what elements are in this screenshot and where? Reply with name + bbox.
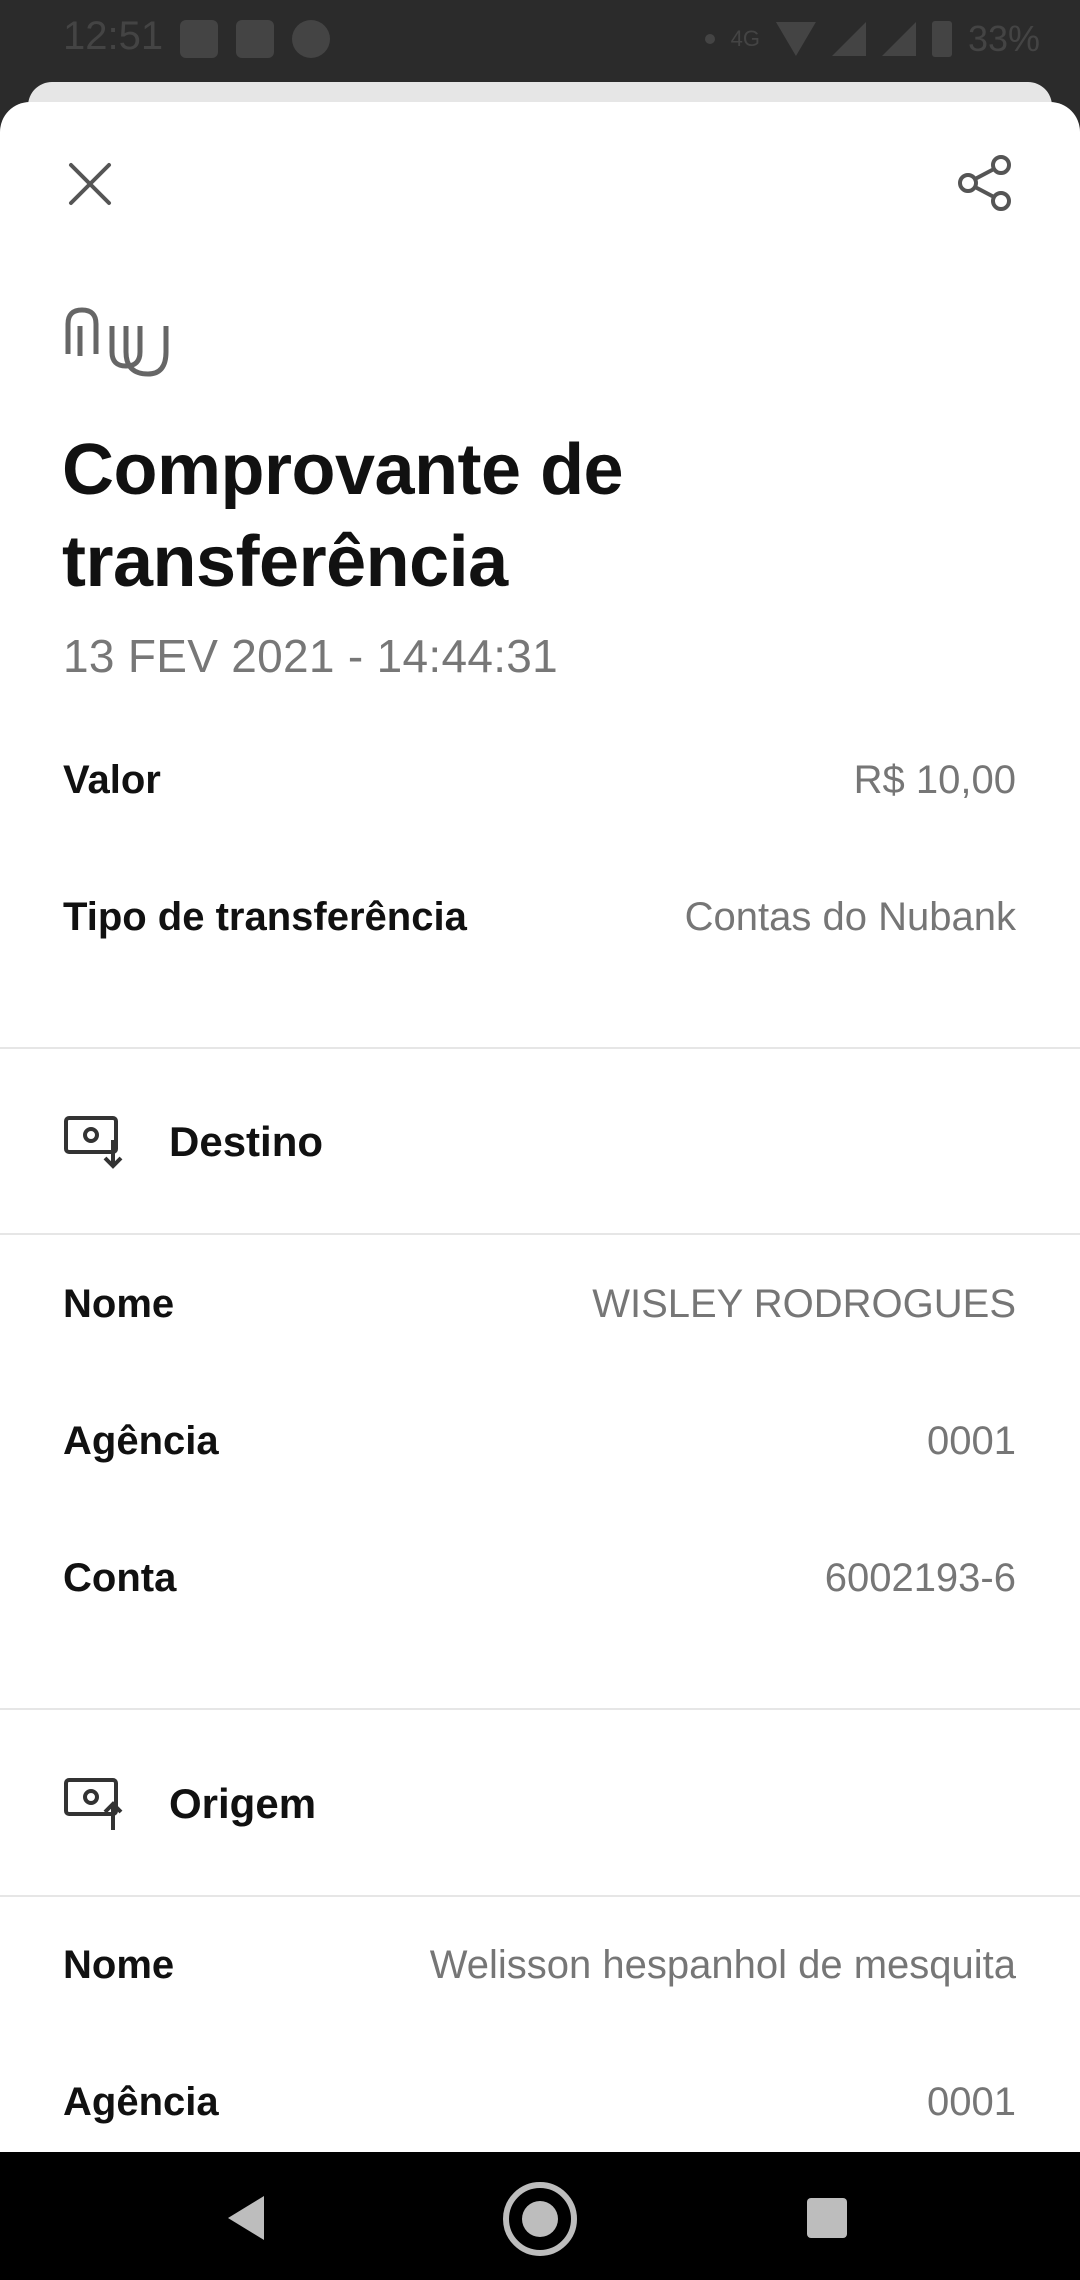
destination-account-label: Conta (63, 1555, 177, 1600)
home-icon[interactable] (503, 2182, 577, 2256)
destination-account-row: Conta 6002193-6 (63, 1548, 1016, 1608)
destination-title: Destino (169, 1118, 324, 1165)
amount-label: Valor (63, 757, 161, 802)
nu-logo (65, 307, 169, 377)
destination-account-value: 6002193-6 (824, 1555, 1016, 1600)
battery-icon (931, 21, 952, 57)
origin-title: Origem (169, 1780, 317, 1827)
destination-agency-value: 0001 (927, 1418, 1016, 1463)
destination-agency-row: Agência 0001 (63, 1411, 1016, 1471)
recent-apps-icon[interactable] (807, 2198, 847, 2238)
origin-name-value: Welisson hespanhol de mesquita (429, 1942, 1016, 1987)
divider (0, 1233, 1080, 1235)
origin-agency-label: Agência (63, 2079, 219, 2124)
page-title: Comprovante de transferência (62, 430, 624, 602)
transfer-type-row: Tipo de transferência Contas do Nubank (63, 887, 1016, 947)
network-label: 4G (730, 26, 760, 51)
wifi-icon (775, 22, 816, 56)
destination-name-row: Nome WISLEY RODROGUES (63, 1274, 1016, 1334)
notification-icon (292, 20, 330, 58)
close-button[interactable] (60, 154, 120, 214)
close-icon (69, 163, 111, 205)
navigation-bar (0, 2152, 1080, 2280)
notification-icon (180, 20, 218, 58)
divider (0, 1895, 1080, 1897)
dot-icon (704, 34, 715, 44)
status-bar: 12:51 4G 33% (0, 0, 1080, 80)
receipt-sheet: Comprovante de transferência 13 FEV 2021… (0, 102, 1080, 2152)
origin-agency-value: 0001 (927, 2079, 1016, 2124)
origin-header: Origem (63, 1764, 316, 1844)
share-button[interactable] (950, 148, 1020, 218)
receive-money-icon (64, 1116, 123, 1169)
battery-level: 33% (967, 18, 1040, 59)
send-money-icon (64, 1778, 123, 1830)
origin-name-label: Nome (63, 1942, 175, 1987)
transfer-type-label: Tipo de transferência (63, 894, 467, 939)
signal-icon (881, 22, 916, 56)
notification-icons (180, 20, 330, 58)
destination-name-value: WISLEY RODROGUES (592, 1281, 1016, 1326)
divider (0, 1708, 1080, 1710)
amount-value: R$ 10,00 (853, 757, 1016, 802)
signal-icon (831, 22, 866, 56)
amount-row: Valor R$ 10,00 (63, 750, 1016, 810)
divider (0, 1047, 1080, 1049)
share-icon (958, 155, 1011, 211)
status-time: 12:51 (63, 14, 164, 58)
notification-icon (236, 20, 274, 58)
destination-name-label: Nome (63, 1281, 175, 1326)
destination-agency-label: Agência (63, 1418, 219, 1463)
transfer-type-value: Contas do Nubank (684, 894, 1016, 939)
origin-agency-row: Agência 0001 (63, 2072, 1016, 2132)
back-icon[interactable] (228, 2196, 264, 2240)
system-icons: 4G 33% (704, 18, 1040, 60)
destination-header: Destino (63, 1102, 323, 1182)
origin-name-row: Nome Welisson hespanhol de mesquita (63, 1935, 1016, 1995)
transfer-datetime: 13 FEV 2021 - 14:44:31 (63, 630, 559, 682)
